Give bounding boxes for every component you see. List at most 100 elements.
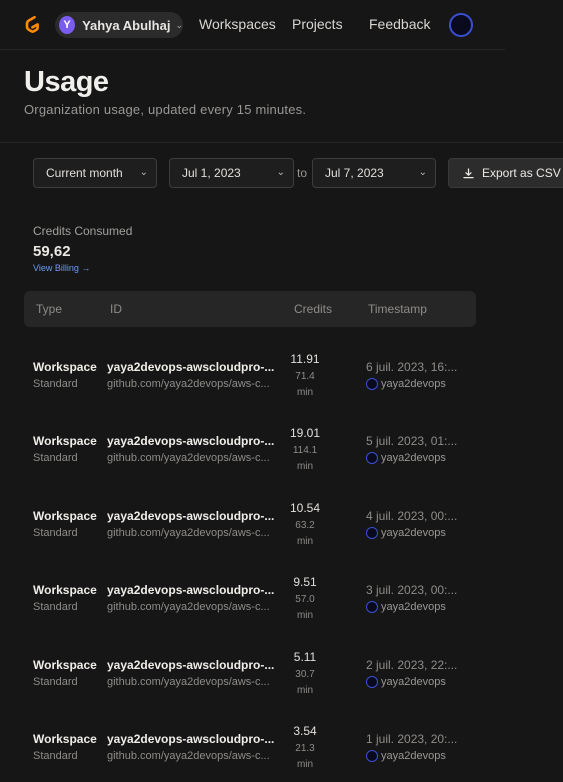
row-workspace-id: yaya2devops-awscloudpro-...: [107, 732, 275, 746]
view-billing-link[interactable]: View Billing →: [33, 263, 90, 273]
user-avatar-small: [366, 527, 378, 539]
user-avatar-small: [366, 378, 378, 390]
page-subtitle: Organization usage, updated every 15 min…: [24, 102, 307, 117]
chevron-down-icon: ⌄: [418, 167, 427, 178]
row-duration-unit: min: [296, 387, 314, 398]
row-workspace-id: yaya2devops-awscloudpro-...: [107, 583, 275, 597]
row-workspace-id: yaya2devops-awscloudpro-...: [107, 509, 275, 523]
row-workspace-class: Standard: [33, 527, 78, 539]
credits-consumed-label: Credits Consumed: [33, 224, 133, 238]
row-repository: github.com/yaya2devops/aws-c...: [107, 527, 270, 539]
row-user-name: yaya2devops: [381, 601, 446, 613]
chevron-down-icon: ⌄: [276, 167, 285, 178]
row-duration-unit: min: [296, 685, 314, 696]
row-user-name: yaya2devops: [381, 676, 446, 688]
row-type: Workspace: [33, 434, 97, 448]
row-duration-value: 57.0: [295, 594, 315, 605]
row-user-name: yaya2devops: [381, 750, 446, 762]
start-date-select[interactable]: Jul 1, 2023 ⌄: [169, 158, 294, 188]
row-timestamp: 1 juil. 2023, 20:...: [366, 732, 458, 746]
table-row[interactable]: Workspace Standard yaya2devops-awscloudpro…: [0, 563, 480, 637]
row-type: Workspace: [33, 509, 97, 523]
row-credits: 5.11: [293, 650, 317, 664]
row-repository: github.com/yaya2devops/aws-c...: [107, 601, 270, 613]
column-header-type: Type: [36, 302, 63, 316]
row-workspace-class: Standard: [33, 601, 78, 613]
row-duration-unit: min: [296, 759, 314, 770]
row-user-name: yaya2devops: [381, 452, 446, 464]
row-duration: 57.0 min: [283, 592, 327, 624]
table-row[interactable]: Workspace Standard yaya2devops-awscloudpro…: [0, 712, 480, 782]
period-select[interactable]: Current month ⌄: [33, 158, 157, 188]
row-credits: 9.51: [293, 575, 317, 589]
row-workspace-class: Standard: [33, 452, 78, 464]
row-repository: github.com/yaya2devops/aws-c...: [107, 378, 270, 390]
row-user: yaya2devops: [366, 452, 446, 464]
table-row[interactable]: Workspace Standard yaya2devops-awscloudpro…: [0, 340, 480, 414]
table-header: Type ID Credits Timestamp: [24, 291, 476, 327]
row-timestamp: 5 juil. 2023, 01:...: [366, 434, 458, 448]
page-title: Usage: [24, 66, 109, 98]
start-date-value: Jul 1, 2023: [182, 166, 241, 180]
chevron-down-icon: ⌄: [175, 19, 183, 30]
nav-projects[interactable]: Projects: [292, 16, 343, 32]
org-avatar: Y: [59, 16, 76, 34]
table-row[interactable]: Workspace Standard yaya2devops-awscloudpro…: [0, 638, 480, 712]
row-duration-value: 63.2: [295, 520, 315, 531]
row-credits: 11.91: [290, 352, 320, 366]
row-workspace-class: Standard: [33, 676, 78, 688]
row-duration: 30.7 min: [283, 667, 327, 699]
user-avatar[interactable]: [449, 13, 473, 37]
row-duration-value: 114.1: [292, 445, 318, 456]
row-repository: github.com/yaya2devops/aws-c...: [107, 676, 270, 688]
end-date-value: Jul 7, 2023: [325, 166, 384, 180]
row-timestamp: 2 juil. 2023, 22:...: [366, 658, 458, 672]
row-type: Workspace: [33, 583, 97, 597]
row-user: yaya2devops: [366, 750, 446, 762]
end-date-select[interactable]: Jul 7, 2023 ⌄: [312, 158, 436, 188]
row-timestamp: 3 juil. 2023, 00:...: [366, 583, 458, 597]
credits-consumed-value: 59,62: [33, 243, 71, 260]
row-user: yaya2devops: [366, 601, 446, 613]
row-duration: 21.3 min: [283, 741, 327, 773]
table-row[interactable]: Workspace Standard yaya2devops-awscloudpro…: [0, 489, 480, 563]
row-user: yaya2devops: [366, 527, 446, 539]
row-type: Workspace: [33, 360, 97, 374]
row-workspace-id: yaya2devops-awscloudpro-...: [107, 360, 275, 374]
nav-feedback[interactable]: Feedback: [369, 16, 430, 32]
download-icon: [463, 167, 474, 178]
row-user-name: yaya2devops: [381, 527, 446, 539]
row-user: yaya2devops: [366, 378, 446, 390]
column-header-id: ID: [110, 302, 122, 316]
header-divider: [0, 142, 563, 143]
row-duration-value: 71.4: [295, 371, 315, 382]
top-navigation: Y Yahya Abulhaj ⌄ Workspaces Projects Fe…: [0, 0, 505, 50]
nav-workspaces[interactable]: Workspaces: [199, 16, 276, 32]
row-duration: 71.4 min: [283, 369, 327, 401]
table-row[interactable]: Workspace Standard yaya2devops-awscloudpro…: [0, 414, 480, 488]
row-workspace-class: Standard: [33, 378, 78, 390]
row-type: Workspace: [33, 732, 97, 746]
row-credits: 3.54: [293, 724, 317, 738]
row-repository: github.com/yaya2devops/aws-c...: [107, 750, 270, 762]
period-select-value: Current month: [46, 166, 123, 180]
row-workspace-id: yaya2devops-awscloudpro-...: [107, 434, 275, 448]
row-duration-unit: min: [296, 610, 314, 621]
row-user-name: yaya2devops: [381, 378, 446, 390]
export-csv-button[interactable]: Export as CSV: [448, 158, 563, 188]
row-repository: github.com/yaya2devops/aws-c...: [107, 452, 270, 464]
row-type: Workspace: [33, 658, 97, 672]
gitpod-logo-icon[interactable]: [22, 14, 42, 34]
row-duration-unit: min: [296, 536, 314, 547]
organization-switcher[interactable]: Y Yahya Abulhaj ⌄: [55, 12, 183, 38]
row-duration-value: 21.3: [295, 743, 315, 754]
user-avatar-small: [366, 676, 378, 688]
row-duration-unit: min: [296, 461, 314, 472]
row-credits: 19.01: [289, 426, 321, 440]
row-duration: 63.2 min: [283, 518, 327, 550]
date-range-separator: to: [297, 166, 308, 180]
row-workspace-class: Standard: [33, 750, 78, 762]
row-credits: 10.54: [289, 501, 321, 515]
row-timestamp: 4 juil. 2023, 00:...: [366, 509, 458, 523]
row-duration-value: 30.7: [295, 669, 315, 680]
